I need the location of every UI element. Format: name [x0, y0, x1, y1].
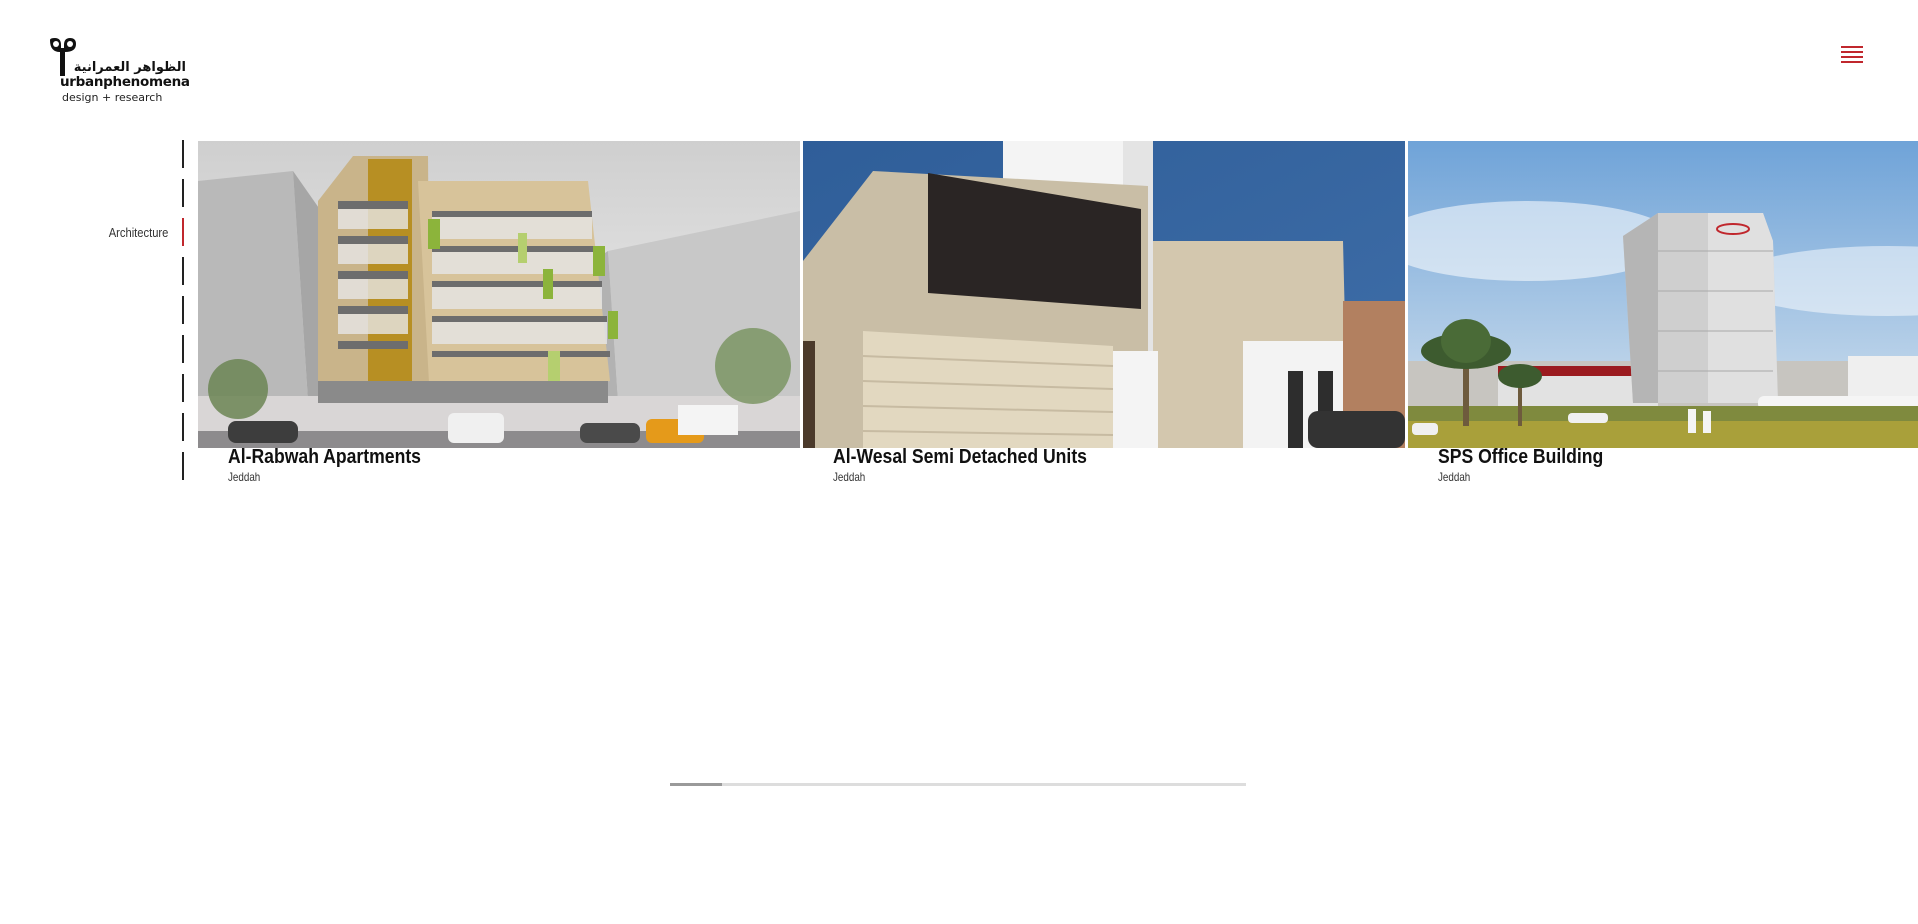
project-card-sps-office[interactable]: SPS Office Building Jeddah [1408, 141, 1918, 491]
category-nav: Architecture [0, 140, 184, 480]
projects-carousel[interactable]: Al-Rabwah Apartments Jeddah Al-Wesal Sem… [198, 141, 1918, 501]
brand-tagline: design + research [62, 91, 163, 104]
carousel-scrollbar[interactable] [670, 783, 1246, 786]
project-location: Jeddah [833, 470, 866, 484]
category-item-8[interactable] [0, 413, 184, 441]
category-tick [182, 296, 184, 324]
category-item-architecture[interactable]: Architecture [0, 218, 184, 246]
project-title[interactable]: Al-Wesal Semi Detached Units [833, 446, 1087, 469]
category-tick [182, 452, 184, 480]
brand-logo[interactable]: الظواهر العمرانية urbanphenomena design … [46, 38, 196, 108]
category-item-5[interactable] [0, 296, 184, 324]
project-card-al-wesal[interactable]: Al-Wesal Semi Detached Units Jeddah [803, 141, 1405, 491]
category-tick [182, 179, 184, 207]
project-image[interactable] [198, 141, 800, 448]
project-location: Jeddah [1438, 470, 1471, 484]
category-item-1[interactable] [0, 140, 184, 168]
project-image[interactable] [1408, 141, 1918, 448]
category-label: Architecture [108, 225, 168, 240]
menu-line [1841, 61, 1863, 63]
project-title[interactable]: SPS Office Building [1438, 446, 1603, 469]
project-location: Jeddah [228, 470, 261, 484]
category-item-2[interactable] [0, 179, 184, 207]
category-item-4[interactable] [0, 257, 184, 285]
project-image[interactable] [803, 141, 1405, 448]
hamburger-menu-icon[interactable] [1841, 44, 1865, 64]
brand-arabic-name: الظواهر العمرانية [73, 60, 186, 75]
category-item-9[interactable] [0, 452, 184, 480]
brand-name-phenomena: phenomena [103, 74, 190, 90]
category-tick [182, 374, 184, 402]
category-tick [182, 140, 184, 168]
category-item-6[interactable] [0, 335, 184, 363]
project-title[interactable]: Al-Rabwah Apartments [228, 446, 421, 469]
category-tick [182, 335, 184, 363]
brand-name-urban: urban [60, 74, 104, 90]
menu-line [1841, 46, 1863, 48]
category-item-7[interactable] [0, 374, 184, 402]
carousel-scrollbar-thumb[interactable] [670, 783, 722, 786]
menu-line [1841, 56, 1863, 58]
category-tick [182, 257, 184, 285]
category-tick-active [182, 218, 184, 246]
menu-line [1841, 51, 1863, 53]
project-card-al-rabwah[interactable]: Al-Rabwah Apartments Jeddah [198, 141, 800, 491]
brand-latin-name: urbanphenomena [60, 74, 190, 90]
category-tick [182, 413, 184, 441]
page: الظواهر العمرانية urbanphenomena design … [0, 0, 1918, 924]
